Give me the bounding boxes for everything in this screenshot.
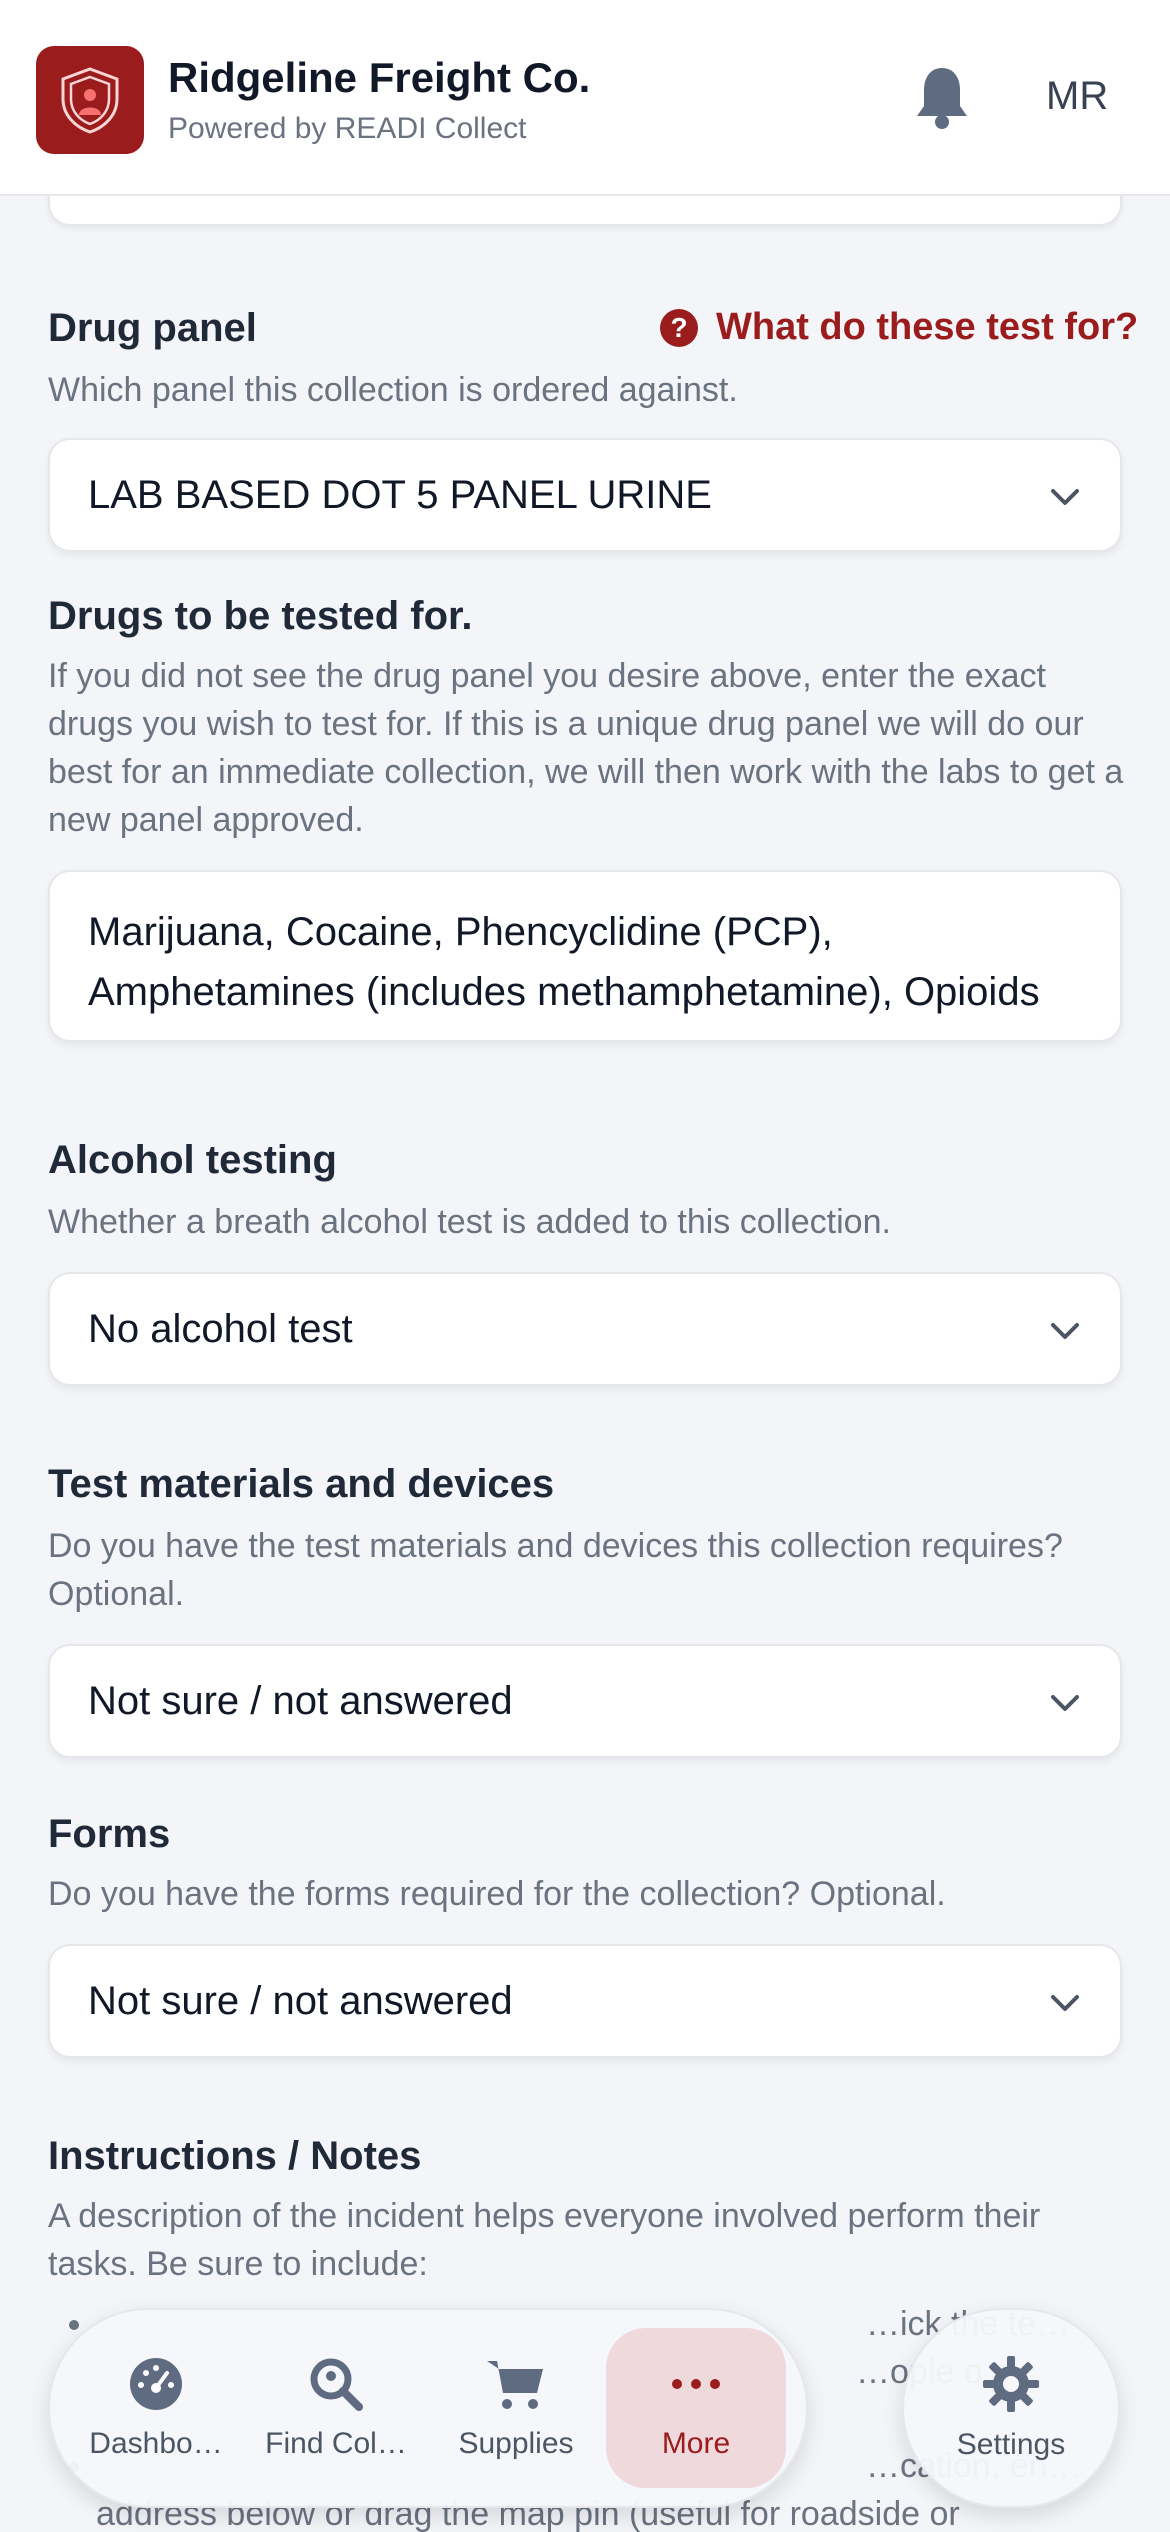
shopping-cart-icon bbox=[487, 2361, 543, 2409]
shield-logo-icon bbox=[61, 67, 119, 134]
instructions-label: Instructions / Notes bbox=[48, 2134, 422, 2178]
nav-settings[interactable]: Settings bbox=[902, 2308, 1120, 2508]
nav-supplies[interactable]: Supplies bbox=[426, 2328, 606, 2488]
drugs-tested-description: If you did not see the drug panel you de… bbox=[48, 657, 1124, 839]
company-logo[interactable] bbox=[36, 46, 144, 154]
alcohol-testing-description: Whether a breath alcohol test is added t… bbox=[48, 1203, 891, 1241]
dashboard-gauge-icon bbox=[130, 2358, 182, 2410]
materials-select[interactable]: Not sure / not answered bbox=[48, 1644, 1122, 1758]
materials-value: Not sure / not answered bbox=[88, 1678, 513, 1723]
instructions-description: A description of the incident helps ever… bbox=[48, 2197, 1041, 2283]
nav-dashboard-label: Dashbo… bbox=[89, 2427, 223, 2460]
alcohol-testing-label: Alcohol testing bbox=[48, 1138, 337, 1182]
nav-supplies-label: Supplies bbox=[458, 2427, 574, 2460]
question-icon: ? bbox=[660, 308, 698, 347]
nav-find-label: Find Col… bbox=[265, 2427, 407, 2460]
nav-more-label: More bbox=[661, 2427, 731, 2460]
forms-value: Not sure / not answered bbox=[88, 1978, 513, 2023]
search-location-icon bbox=[310, 2358, 363, 2411]
nav-dashboard[interactable]: Dashbo… bbox=[66, 2328, 246, 2488]
materials-label: Test materials and devices bbox=[48, 1462, 555, 1506]
forms-description: Do you have the forms required for the c… bbox=[48, 1875, 946, 1913]
nav-settings-label: Settings bbox=[956, 2428, 1066, 2461]
drug-panel-description: Which panel this collection is ordered a… bbox=[48, 371, 738, 409]
chevron-down-icon bbox=[1051, 1995, 1079, 2011]
company-name: Ridgeline Freight Co. bbox=[168, 54, 591, 101]
powered-by-text: Powered by READI Collect bbox=[168, 112, 527, 145]
drugs-tested-textarea[interactable]: Marijuana, Cocaine, Phencyclidine (PCP),… bbox=[48, 870, 1122, 1042]
materials-description: Do you have the test materials and devic… bbox=[48, 1527, 1063, 1613]
drugs-tested-label: Drugs to be tested for. bbox=[48, 594, 473, 638]
more-dots-icon bbox=[672, 2379, 720, 2389]
nav-more[interactable]: More bbox=[606, 2328, 786, 2488]
drug-panel-label: Drug panel bbox=[48, 306, 257, 350]
help-link-text[interactable]: What do these test for? bbox=[716, 306, 1138, 349]
drug-panel-select[interactable]: LAB BASED DOT 5 PANEL URINE bbox=[48, 438, 1122, 552]
forms-select[interactable]: Not sure / not answered bbox=[48, 1944, 1122, 2058]
forms-label: Forms bbox=[48, 1812, 171, 1856]
drug-panel-help-link[interactable]: ? What do these test for? bbox=[660, 306, 1138, 349]
chevron-down-icon bbox=[1051, 1695, 1079, 1711]
alcohol-testing-value: No alcohol test bbox=[88, 1306, 353, 1351]
app-header: Ridgeline Freight Co. Powered by READI C… bbox=[0, 0, 1170, 196]
bell-icon[interactable] bbox=[912, 62, 972, 132]
alcohol-testing-select[interactable]: No alcohol test bbox=[48, 1272, 1122, 1386]
chevron-down-icon bbox=[1051, 1323, 1079, 1339]
user-avatar[interactable]: MR bbox=[1046, 74, 1108, 119]
bottom-navigation: Dashbo… Find Col… Supplies More bbox=[48, 2308, 808, 2508]
chevron-down-icon bbox=[1051, 489, 1079, 505]
gear-icon bbox=[983, 2356, 1039, 2412]
drug-panel-value: LAB BASED DOT 5 PANEL URINE bbox=[88, 472, 712, 517]
nav-find-collector[interactable]: Find Col… bbox=[246, 2328, 426, 2488]
